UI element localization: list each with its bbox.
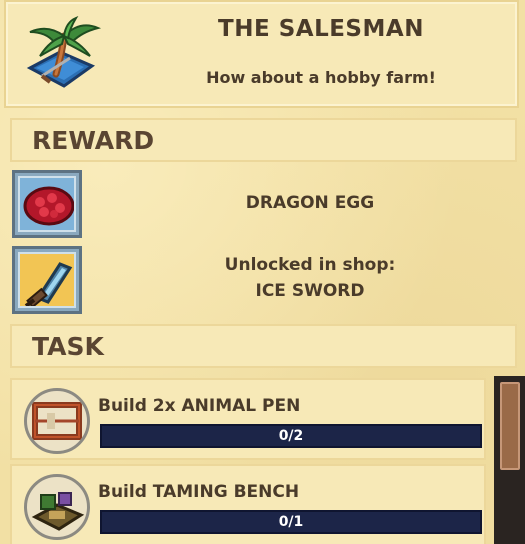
- task-label: Build 2x ANIMAL PEN: [98, 396, 301, 416]
- task-label: Build TAMING BENCH: [98, 482, 300, 502]
- progress-text: 0/2: [278, 428, 304, 444]
- task-progress-bar: 0/2: [100, 424, 482, 448]
- task-scrollbar[interactable]: [494, 376, 525, 544]
- reward-label: DRAGON EGG: [245, 193, 375, 213]
- taming-bench-icon: [24, 474, 90, 540]
- quest-title: THE SALESMAN: [218, 16, 424, 42]
- progress-text: 0/1: [278, 514, 304, 530]
- ice-sword-icon: [24, 262, 73, 306]
- palm-island-icon: [20, 15, 104, 96]
- animal-pen-icon: [24, 388, 90, 454]
- reward-heading: REWARD: [32, 126, 155, 155]
- dragon-egg-icon: [23, 186, 74, 226]
- quest-header: THE SALESMAN How about a hobby farm!: [4, 0, 519, 108]
- dragon-egg-slot[interactable]: [12, 170, 82, 238]
- task-item[interactable]: Build TAMING BENCH 0/1: [10, 464, 486, 544]
- reward-heading-bar: REWARD: [10, 118, 517, 162]
- reward-item[interactable]: DRAGON EGG: [10, 168, 517, 240]
- reward-label-line1: Unlocked in shop:: [224, 255, 396, 275]
- quest-subtitle: How about a hobby farm!: [206, 68, 436, 87]
- task-item[interactable]: Build 2x ANIMAL PEN 0/2: [10, 378, 486, 460]
- task-progress-bar: 0/1: [100, 510, 482, 534]
- task-heading-bar: TASK: [10, 324, 517, 368]
- reward-item[interactable]: Unlocked in shop: ICE SWORD: [10, 244, 517, 316]
- scrollbar-thumb[interactable]: [500, 382, 520, 470]
- ice-sword-slot[interactable]: [12, 246, 82, 314]
- task-heading: TASK: [32, 332, 104, 361]
- reward-label-line2: ICE SWORD: [255, 281, 365, 301]
